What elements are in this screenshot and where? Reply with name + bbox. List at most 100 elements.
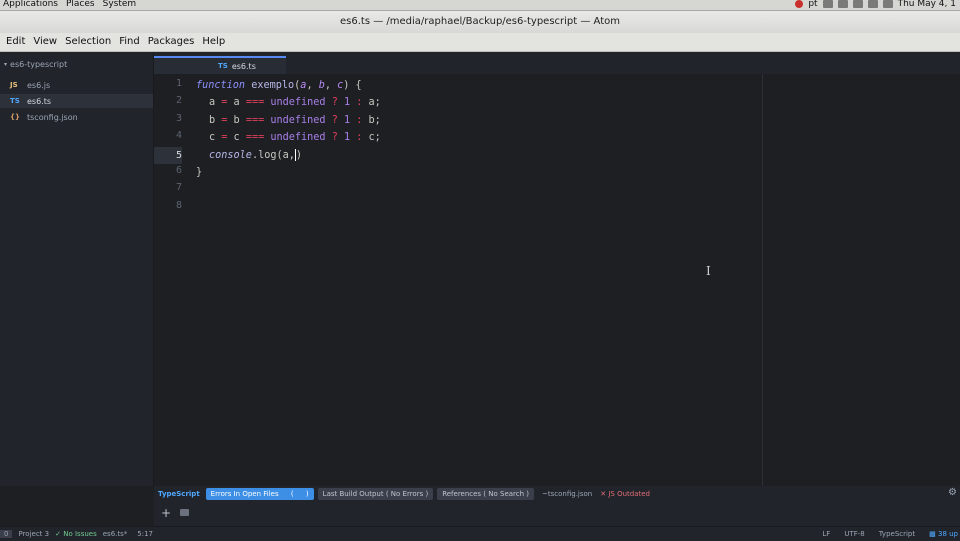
token-operator: === [245,115,265,126]
battery-icon[interactable] [852,0,863,8]
paren: ) [305,489,309,498]
linter-status[interactable]: ✓ No Issues [55,530,97,538]
screenshot-icon[interactable] [867,0,878,8]
js-file-icon: JS [10,81,18,89]
project-label: Project [18,530,43,538]
file-name: tsconfig.json [27,112,78,122]
token-number: 1 [337,132,357,143]
token-undefined: undefined [264,115,332,126]
token: .log(a, [251,150,295,161]
user-icon[interactable] [882,0,893,8]
status-bar: 0 Project 3 ✓ No Issues es6.ts* 5:17 LF … [0,526,960,541]
cursor-position[interactable]: 5:17 [137,530,153,538]
encoding[interactable]: UTF-8 [844,530,864,538]
system-menu[interactable]: System [103,0,137,9]
menu-edit[interactable]: Edit [6,36,25,47]
line-number: 2 [175,95,182,106]
project-tab[interactable]: Project 3 [18,530,49,538]
code-line-6: } [196,164,202,181]
token-operator: === [245,132,265,143]
errors-in-open-files-button[interactable]: Errors In Open Files () [205,487,314,500]
status-indicator[interactable]: 0 [0,530,13,538]
token-number: 1 [337,115,357,126]
token-number: 1 [337,97,357,108]
tree-root-folder[interactable]: ▾ es6-typescript [4,60,67,69]
code-line-3: b = b === undefined ? 1 : b; [209,112,381,129]
code-line-1: function exemplo(a, b, c) { [196,77,362,94]
tsconfig-link[interactable]: ~tsconfig.json [542,490,592,498]
line-number: 3 [175,113,182,124]
token: c [209,132,222,143]
tab-label: es6.ts [231,61,256,71]
clock[interactable]: Thu May 4, 1 [898,0,956,9]
references-button[interactable]: References ( No Search ) [437,487,535,500]
token-brace-close: } [196,167,203,178]
json-file-icon: {} [10,113,20,121]
terminal-panel: + [154,501,960,526]
line-number: 1 [175,78,182,89]
last-build-output-button[interactable]: Last Build Output ( No Errors ) [317,487,434,500]
line-number-gutter: 1 2 3 4 5 6 7 8 [154,74,184,486]
file-name: es6.js [27,80,51,90]
current-file[interactable]: es6.ts* [103,530,128,538]
record-icon[interactable] [795,0,804,8]
tab-es6-ts[interactable]: TS es6.ts [154,56,286,74]
token-operator: === [245,97,265,108]
menu-help[interactable]: Help [202,36,225,47]
js-outdated-status[interactable]: ✕ JS Outdated [600,490,650,498]
check-icon: ✓ [55,530,61,538]
ts-file-icon: TS [10,97,20,105]
token: c; [362,132,381,143]
line-number: 8 [175,200,182,211]
token-undefined: undefined [264,132,332,143]
text-editor[interactable]: 1 2 3 4 5 6 7 8 function exemplo(a, b, c… [154,74,960,486]
line-number: 7 [175,182,182,193]
wrap-guide [762,74,763,486]
tree-file-es6-js[interactable]: JS es6.js [0,78,153,92]
file-name: es6.ts [27,96,52,106]
line-ending[interactable]: LF [822,530,830,538]
status-label: JS Outdated [608,489,650,498]
tree-view: ▾ es6-typescript JS es6.js TS es6.ts {} … [0,52,154,486]
places-menu[interactable]: Places [66,0,95,9]
token: a [209,97,222,108]
network-icon[interactable] [822,0,833,8]
token: c [227,132,246,143]
window-title: es6.ts — /media/raphael/Backup/es6-types… [340,16,620,27]
token: b; [362,115,381,126]
token-undefined: undefined [264,97,332,108]
menu-selection[interactable]: Selection [65,36,111,47]
updates-label: 38 up [937,530,958,538]
grammar-selector[interactable]: TypeScript [879,530,915,538]
add-icon[interactable]: + [161,506,171,520]
system-menus: Applications Places System [3,0,136,9]
button-label: Errors In Open Files [210,489,279,498]
system-tray: pt Thu May 4, 1 [795,0,956,9]
keyboard-layout[interactable]: pt [808,0,817,9]
gear-icon[interactable]: ⚙ [948,487,957,498]
typescript-panel-title[interactable]: TypeScript [158,490,200,498]
tree-file-es6-ts[interactable]: TS es6.ts [0,94,153,108]
window-title-bar[interactable]: es6.ts — /media/raphael/Backup/es6-types… [0,11,960,33]
token: b [209,115,222,126]
token: a [227,97,246,108]
ts-file-icon: TS [218,62,228,70]
code-area[interactable]: function exemplo(a, b, c) { a = a === un… [196,74,960,486]
menu-view[interactable]: View [33,36,57,47]
volume-icon[interactable] [837,0,848,8]
terminal-icon[interactable] [180,509,189,516]
token: a; [362,97,381,108]
system-top-panel: Applications Places System pt Thu May 4,… [0,0,960,11]
paren: ( [290,489,294,498]
line-number: 4 [175,130,182,141]
menu-packages[interactable]: Packages [148,36,195,47]
line-number: 6 [175,165,182,176]
token: ) [295,150,303,161]
applications-menu[interactable]: Applications [3,0,58,9]
issues-label: No Issues [63,530,97,538]
tree-file-tsconfig[interactable]: {} tsconfig.json [0,110,153,124]
package-updates[interactable]: ▩ 38 up [929,530,958,538]
folder-name: es6-typescript [10,60,68,69]
mouse-ibeam-icon: I [706,264,711,278]
menu-find[interactable]: Find [119,36,140,47]
